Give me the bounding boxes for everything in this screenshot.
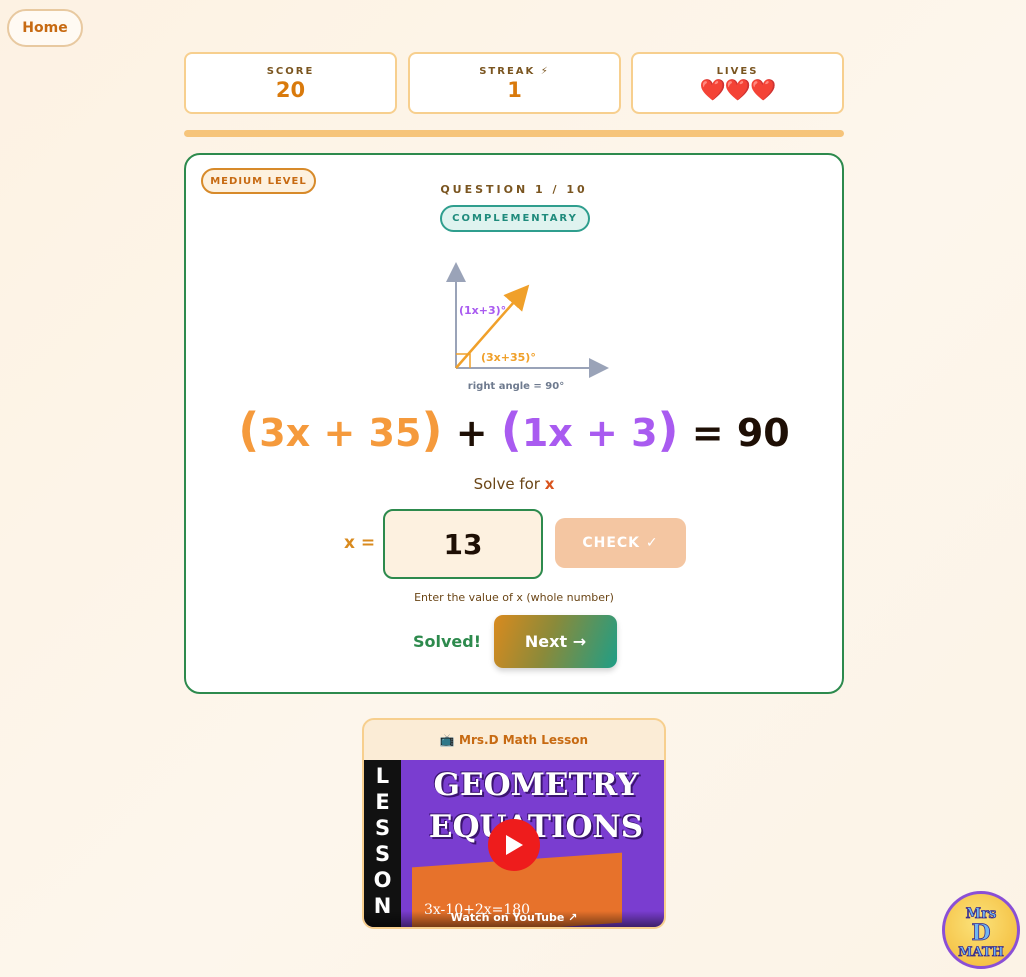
solved-status: Solved!: [413, 632, 482, 651]
video-thumbnail[interactable]: L E S S O N GEOMETRY EQUATIONS 3x-10+2x=…: [364, 760, 664, 927]
check-button[interactable]: CHECK ✓: [555, 518, 686, 568]
solve-prefix: Solve for: [473, 475, 540, 493]
question-card: MEDIUM LEVEL QUESTION 1 / 10 COMPLEMENTA…: [184, 153, 844, 694]
lives-card: LIVES ❤️❤️❤️: [631, 52, 844, 114]
equation-term-1: 3x + 35: [259, 411, 422, 455]
input-label: x =: [344, 533, 376, 553]
video-title: 📺 Mrs.D Math Lesson: [439, 733, 589, 747]
side-letter: O: [373, 868, 392, 892]
question-type-badge: COMPLEMENTARY: [440, 205, 590, 232]
upper-angle-label: (1x+3)°: [459, 304, 506, 317]
streak-label: STREAK ⚡: [479, 66, 550, 77]
answer-input[interactable]: [383, 509, 543, 579]
watch-on-youtube-link[interactable]: Watch on YouTube ↗: [364, 911, 664, 927]
side-letter: L: [375, 764, 390, 788]
progress-bar: [184, 130, 844, 137]
next-button[interactable]: Next →: [494, 615, 617, 668]
logo-line-3: MATH: [958, 945, 1004, 960]
streak-value: 1: [507, 78, 522, 102]
lower-angle-label: (3x+35)°: [481, 351, 536, 364]
solve-variable: x: [544, 475, 555, 493]
score-card: SCORE 20: [184, 52, 397, 114]
diagram-caption: right angle = 90°: [468, 381, 564, 392]
heading-line-1: GEOMETRY: [433, 767, 639, 803]
term2-open-paren: (: [500, 403, 522, 457]
side-letter: E: [375, 790, 390, 814]
mrs-d-math-logo[interactable]: Mrs D MATH: [942, 891, 1020, 969]
lesson-side-text: L E S S O N: [364, 760, 401, 927]
equation-plus: +: [455, 411, 488, 455]
solve-instruction: Solve for x: [186, 475, 842, 493]
input-hint: Enter the value of x (whole number): [414, 591, 614, 604]
home-button[interactable]: Home: [7, 9, 83, 47]
heart-icon: ❤️❤️❤️: [699, 78, 776, 102]
term2-close-paren: ): [657, 403, 679, 457]
video-card: 📺 Mrs.D Math Lesson L E S S O N GEOMETRY…: [362, 718, 666, 929]
angle-diagram: (1x+3)° (3x+35)° right angle = 90°: [446, 262, 609, 392]
term1-close-paren: ): [421, 403, 443, 457]
lives-label: LIVES: [716, 66, 759, 77]
term1-open-paren: (: [238, 403, 260, 457]
equation: (3x + 35) + (1x + 3) = 90: [186, 403, 842, 457]
side-letter: S: [374, 816, 391, 840]
score-label: SCORE: [266, 66, 315, 77]
streak-card: STREAK ⚡ 1: [408, 52, 621, 114]
question-number: QUESTION 1 / 10: [440, 183, 588, 196]
logo-line-2: D: [971, 920, 990, 946]
side-letter: S: [374, 842, 391, 866]
equation-term-2: 1x + 3: [521, 411, 658, 455]
play-icon[interactable]: [488, 819, 540, 871]
equation-result: = 90: [691, 411, 790, 455]
score-value: 20: [275, 78, 306, 102]
progress-fill: [184, 130, 844, 137]
